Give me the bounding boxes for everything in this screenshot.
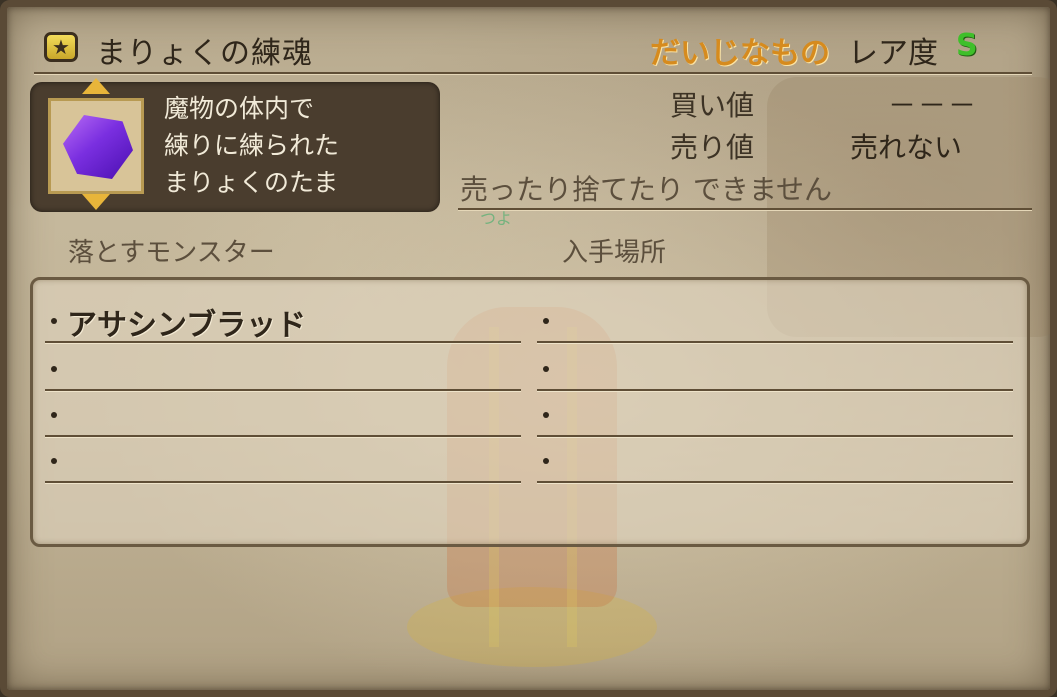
bullet-icon: [543, 318, 549, 324]
buy-price-value: －－－: [888, 89, 979, 122]
bullet-icon: [51, 366, 57, 372]
item-name: まりょくの練魂: [96, 36, 313, 71]
buy-price-label: 買い値: [670, 89, 755, 122]
location-row[interactable]: [537, 346, 1013, 392]
bullet-icon: [51, 412, 57, 418]
description-line: 練りに練られた: [164, 131, 340, 160]
item-description: 魔物の体内で 練りに練られた まりょくのたま: [164, 90, 434, 201]
item-description-box: 魔物の体内で 練りに練られた まりょくのたま: [30, 78, 440, 212]
bullet-icon: [51, 318, 57, 324]
monster-column-header: 落とすモンスター: [68, 238, 275, 268]
item-icon-frame: [48, 98, 144, 194]
discard-note: 売ったり捨てたり できません: [460, 173, 833, 206]
title-divider: [34, 72, 1032, 75]
bullet-icon: [51, 458, 57, 464]
bullet-icon: [543, 458, 549, 464]
bullet-icon: [543, 366, 549, 372]
sell-price-value: 売れない: [850, 131, 963, 164]
note-divider: [458, 208, 1032, 211]
location-row[interactable]: [537, 298, 1013, 344]
rarity-label: レア度: [848, 36, 938, 71]
arrow-down-icon[interactable]: [82, 194, 110, 210]
row-divider: [45, 341, 521, 344]
arrow-up-icon[interactable]: [82, 78, 110, 94]
star-icon: ★: [44, 32, 78, 62]
description-line: まりょくのたま: [164, 168, 339, 197]
row-divider: [537, 481, 1013, 484]
item-title-row: ★ まりょくの練魂 だいじなもの レア度 S: [40, 24, 1030, 71]
background-tag-text: つよ: [480, 209, 513, 228]
bullet-icon: [543, 412, 549, 418]
sell-price-label: 売り値: [670, 131, 755, 164]
purple-gem-icon: [63, 115, 133, 179]
location-row[interactable]: [537, 392, 1013, 438]
monster-name: アサシンブラッド: [67, 308, 307, 343]
rarity-value: S: [956, 28, 978, 63]
location-column-header: 入手場所: [562, 238, 667, 268]
monster-row[interactable]: [45, 392, 521, 438]
row-divider: [45, 481, 521, 484]
item-category: だいじなもの: [650, 36, 830, 71]
description-line: 魔物の体内で: [164, 94, 315, 123]
monster-row[interactable]: [45, 438, 521, 484]
row-divider: [537, 341, 1013, 344]
monster-row[interactable]: アサシンブラッド: [45, 298, 521, 344]
monster-row[interactable]: [45, 346, 521, 392]
drop-list-panel: アサシンブラッド: [30, 277, 1030, 547]
price-info: 買い値 －－－ 売り値 売れない 売ったり捨てたり できません: [460, 82, 1030, 212]
location-row[interactable]: [537, 438, 1013, 484]
